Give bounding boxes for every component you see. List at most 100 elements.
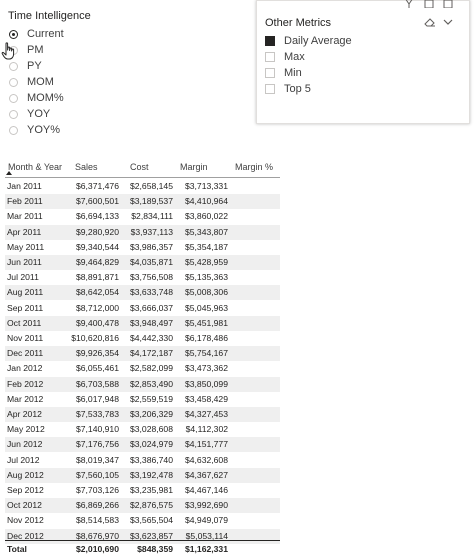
metric-option[interactable]: Min	[265, 66, 302, 80]
time-option-label: Current	[27, 28, 64, 40]
table-row: Apr 2012 $7,533,783 $3,206,329 $4,327,453	[5, 407, 280, 422]
time-option[interactable]: YOY	[9, 107, 50, 121]
eraser-icon[interactable]	[424, 16, 436, 28]
time-option-label: MOM	[27, 76, 54, 88]
month-cell: Apr 2011	[7, 226, 42, 237]
margin-cell: $5,428,959	[184, 257, 228, 267]
radio-button-icon[interactable]	[9, 61, 18, 71]
other-metrics-title: Other Metrics	[265, 17, 332, 29]
margin-cell: $3,992,690	[184, 500, 228, 511]
month-cell: Jul 2011	[7, 272, 39, 283]
month-cell: Sep 2012	[7, 485, 44, 495]
total-cost: $848,359	[137, 544, 173, 554]
column-header-margin[interactable]: Margin	[180, 162, 208, 172]
month-cell: Oct 2011	[7, 317, 42, 328]
radio-button-icon[interactable]	[9, 29, 18, 39]
other-metrics-panel: Other Metrics Daily Average Max Min Top 5	[256, 0, 470, 124]
month-cell: Aug 2011	[7, 287, 44, 298]
margin-cell: $4,410,964	[184, 196, 228, 207]
metric-option[interactable]: Top 5	[265, 82, 311, 96]
total-divider	[5, 540, 280, 541]
chevron-down-icon[interactable]	[443, 17, 453, 27]
sales-cell: $6,869,266	[75, 500, 119, 511]
table-row: Aug 2012 $7,560,105 $3,192,478 $4,367,627	[5, 467, 280, 483]
column-header-cost[interactable]: Cost	[130, 162, 149, 172]
sales-cell: $6,055,461	[75, 363, 119, 374]
checkbox-icon[interactable]	[265, 84, 275, 94]
margin-cell: $4,151,777	[184, 439, 228, 450]
cost-cell: $3,189,537	[129, 196, 173, 207]
sales-cell: $6,371,476	[75, 181, 119, 191]
month-cell: Jul 2012	[7, 454, 40, 465]
sales-cell: $7,533,783	[75, 409, 119, 419]
sort-ascending-icon	[6, 171, 12, 175]
table-row: May 2012 $7,140,910 $3,028,608 $4,112,302	[5, 422, 280, 437]
radio-button-icon[interactable]	[9, 109, 18, 119]
table-row: Jan 2011 $6,371,476 $2,658,145 $3,713,331	[5, 179, 280, 194]
sales-cell: $9,280,920	[75, 226, 119, 237]
month-cell: Mar 2011	[7, 211, 43, 222]
margin-cell: $3,473,362	[184, 363, 228, 374]
cost-cell: $3,235,981	[129, 485, 173, 495]
sales-cell: $8,712,000	[75, 302, 119, 313]
radio-button-icon[interactable]	[9, 77, 18, 87]
column-header-month[interactable]: Month & Year	[8, 162, 62, 172]
time-option[interactable]: Current	[9, 27, 64, 41]
table-row: Aug 2011 $8,642,054 $3,633,748 $5,008,306	[5, 285, 280, 301]
cost-cell: $3,028,608	[129, 424, 173, 435]
margin-cell: $3,850,099	[184, 378, 228, 389]
month-cell: Sep 2011	[7, 302, 44, 313]
time-option-label: YOY	[27, 108, 51, 120]
cost-cell: $3,024,979	[129, 439, 173, 450]
radio-button-icon[interactable]	[9, 125, 18, 135]
table-row: Jun 2011 $9,464,829 $4,035,871 $5,428,959	[5, 255, 280, 270]
sales-cell: $6,017,948	[75, 393, 119, 404]
time-option[interactable]: MOM	[9, 75, 54, 89]
table-row: Jan 2012 $6,055,461 $2,582,099 $3,473,362	[5, 361, 280, 376]
sales-cell: $9,400,478	[75, 317, 119, 328]
sales-cell: $7,176,756	[75, 439, 119, 450]
visual-header-icons[interactable]	[399, 0, 469, 8]
margin-cell: $5,008,306	[184, 287, 228, 298]
metric-option[interactable]: Daily Average	[265, 34, 352, 48]
margin-cell: $4,467,146	[184, 485, 228, 495]
month-cell: Jun 2011	[7, 257, 42, 267]
sales-cell: $8,642,054	[75, 287, 119, 298]
table-row: Feb 2012 $6,703,588 $2,853,490 $3,850,099	[5, 376, 280, 392]
checkbox-icon[interactable]	[265, 52, 275, 62]
cost-cell: $3,192,478	[129, 469, 173, 480]
radio-button-icon[interactable]	[9, 93, 18, 103]
table-row: Oct 2012 $6,869,266 $2,876,575 $3,992,690	[5, 498, 280, 514]
cost-cell: $3,386,740	[129, 454, 173, 465]
table-row: Sep 2012 $7,703,126 $3,235,981 $4,467,146	[5, 483, 280, 498]
column-header-margin-pct[interactable]: Margin %	[235, 162, 273, 172]
metric-option[interactable]: Max	[265, 50, 305, 64]
metric-option-label: Daily Average	[284, 35, 352, 47]
sales-cell: $7,703,126	[75, 485, 119, 495]
margin-cell: $5,343,807	[184, 226, 228, 237]
cost-cell: $3,565,504	[129, 515, 173, 526]
month-cell: Jan 2012	[7, 363, 43, 374]
time-option[interactable]: MOM%	[9, 91, 64, 105]
cost-cell: $3,937,113	[130, 226, 173, 237]
margin-cell: $6,178,486	[184, 333, 228, 343]
table-row: Feb 2011 $7,600,501 $3,189,537 $4,410,964	[5, 194, 280, 210]
time-option-label: MOM%	[27, 92, 64, 104]
margin-cell: $3,713,331	[184, 181, 228, 191]
month-cell: Jun 2012	[7, 439, 43, 450]
month-cell: Dec 2011	[7, 348, 44, 359]
cost-cell: $2,582,099	[129, 363, 173, 374]
table-row: Sep 2011 $8,712,000 $3,666,037 $5,045,963	[5, 301, 280, 316]
time-option[interactable]: PY	[9, 59, 42, 73]
margin-cell: $5,135,363	[184, 272, 228, 283]
month-cell: Feb 2012	[7, 378, 44, 389]
time-option[interactable]: YOY%	[9, 123, 60, 137]
cost-cell: $3,206,329	[129, 409, 173, 419]
column-header-sales[interactable]: Sales	[75, 162, 98, 172]
checkbox-icon[interactable]	[265, 68, 275, 78]
time-option-label: YOY%	[27, 124, 61, 136]
margin-cell: $5,451,981	[184, 317, 228, 328]
sales-cell: $7,600,501	[75, 196, 119, 207]
sales-cell: $6,703,588	[75, 378, 119, 389]
checkbox-icon[interactable]	[265, 36, 275, 46]
